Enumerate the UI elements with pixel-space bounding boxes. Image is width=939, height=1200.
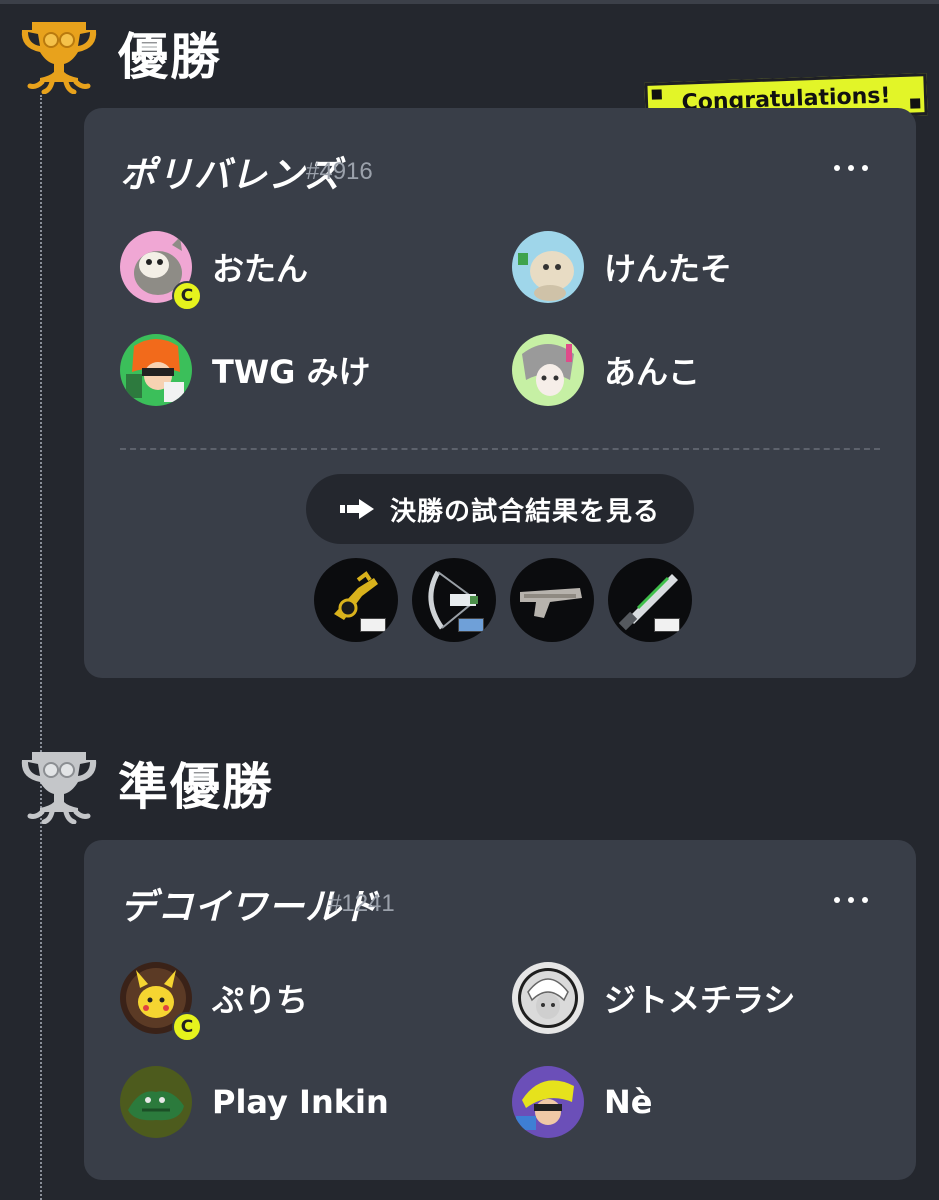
avatar: [512, 1066, 584, 1138]
member-name: ぷりち: [212, 981, 309, 1019]
team-card-winner: ポリバレンズ #4916 C おたん けんたそ TWG みけ あんこ 決勝の試合…: [84, 108, 916, 678]
member-item[interactable]: Play Inkin: [120, 1066, 389, 1138]
blaster-weapon-icon: [510, 558, 594, 642]
weapon-list: [314, 558, 706, 642]
splatling-weapon-icon: [314, 558, 398, 642]
sub-weapon-badge: [360, 618, 386, 632]
captain-badge: C: [172, 281, 202, 311]
team-card-runner-up: デコイワールド #1241 C ぷりち ジトメチラシ Play Inkin Nè: [84, 840, 916, 1180]
splatana-weapon-icon: [608, 558, 692, 642]
more-options-button[interactable]: [834, 892, 868, 908]
avatar: [512, 231, 584, 303]
member-name: TWG みけ: [212, 353, 371, 391]
arrow-right-icon: [339, 499, 374, 519]
view-final-results-label: 決勝の試合結果を見る: [389, 496, 660, 527]
section-title: 優勝: [118, 28, 222, 86]
more-options-button[interactable]: [834, 160, 868, 176]
member-item[interactable]: ジトメチラシ: [512, 962, 795, 1034]
divider: [120, 448, 880, 450]
sub-weapon-badge: [458, 618, 484, 632]
more-dot: [848, 165, 854, 171]
member-item[interactable]: C ぷりち: [120, 962, 309, 1042]
section-header-winner: 優勝: [18, 12, 222, 94]
avatar: [120, 1066, 192, 1138]
member-name: Play Inkin: [212, 1083, 389, 1121]
section-header-runner-up: 準優勝: [18, 742, 274, 824]
more-dot: [834, 897, 840, 903]
member-item[interactable]: Nè: [512, 1066, 652, 1138]
more-dot: [834, 165, 840, 171]
banner-corner-mark: [910, 98, 921, 109]
member-name: けんたそ: [604, 250, 733, 288]
trophy-silver-icon: [21, 752, 97, 824]
timeline-dotted-line: [40, 95, 42, 1200]
member-item[interactable]: TWG みけ: [120, 334, 371, 406]
more-dot: [862, 897, 868, 903]
trophy-gold-icon: [21, 22, 97, 94]
member-name: ジトメチラシ: [604, 981, 796, 1019]
view-final-results-button[interactable]: 決勝の試合結果を見る: [306, 474, 694, 544]
top-border: [0, 0, 939, 4]
more-dot: [848, 897, 854, 903]
avatar: [512, 334, 584, 406]
member-item[interactable]: あんこ: [512, 334, 700, 406]
member-name: あんこ: [604, 353, 701, 391]
team-id: #1241: [328, 890, 395, 917]
captain-badge: C: [172, 1012, 202, 1042]
avatar: [512, 962, 584, 1034]
sub-weapon-badge: [654, 618, 680, 632]
member-item[interactable]: C おたん: [120, 231, 309, 311]
section-title: 準優勝: [118, 758, 274, 816]
stringer-weapon-icon: [412, 558, 496, 642]
member-name: Nè: [604, 1083, 653, 1121]
more-dot: [862, 165, 868, 171]
avatar: [120, 334, 192, 406]
member-name: おたん: [212, 250, 309, 288]
member-item[interactable]: けんたそ: [512, 231, 732, 303]
banner-corner-mark: [651, 89, 662, 100]
team-id: #4916: [306, 158, 373, 185]
